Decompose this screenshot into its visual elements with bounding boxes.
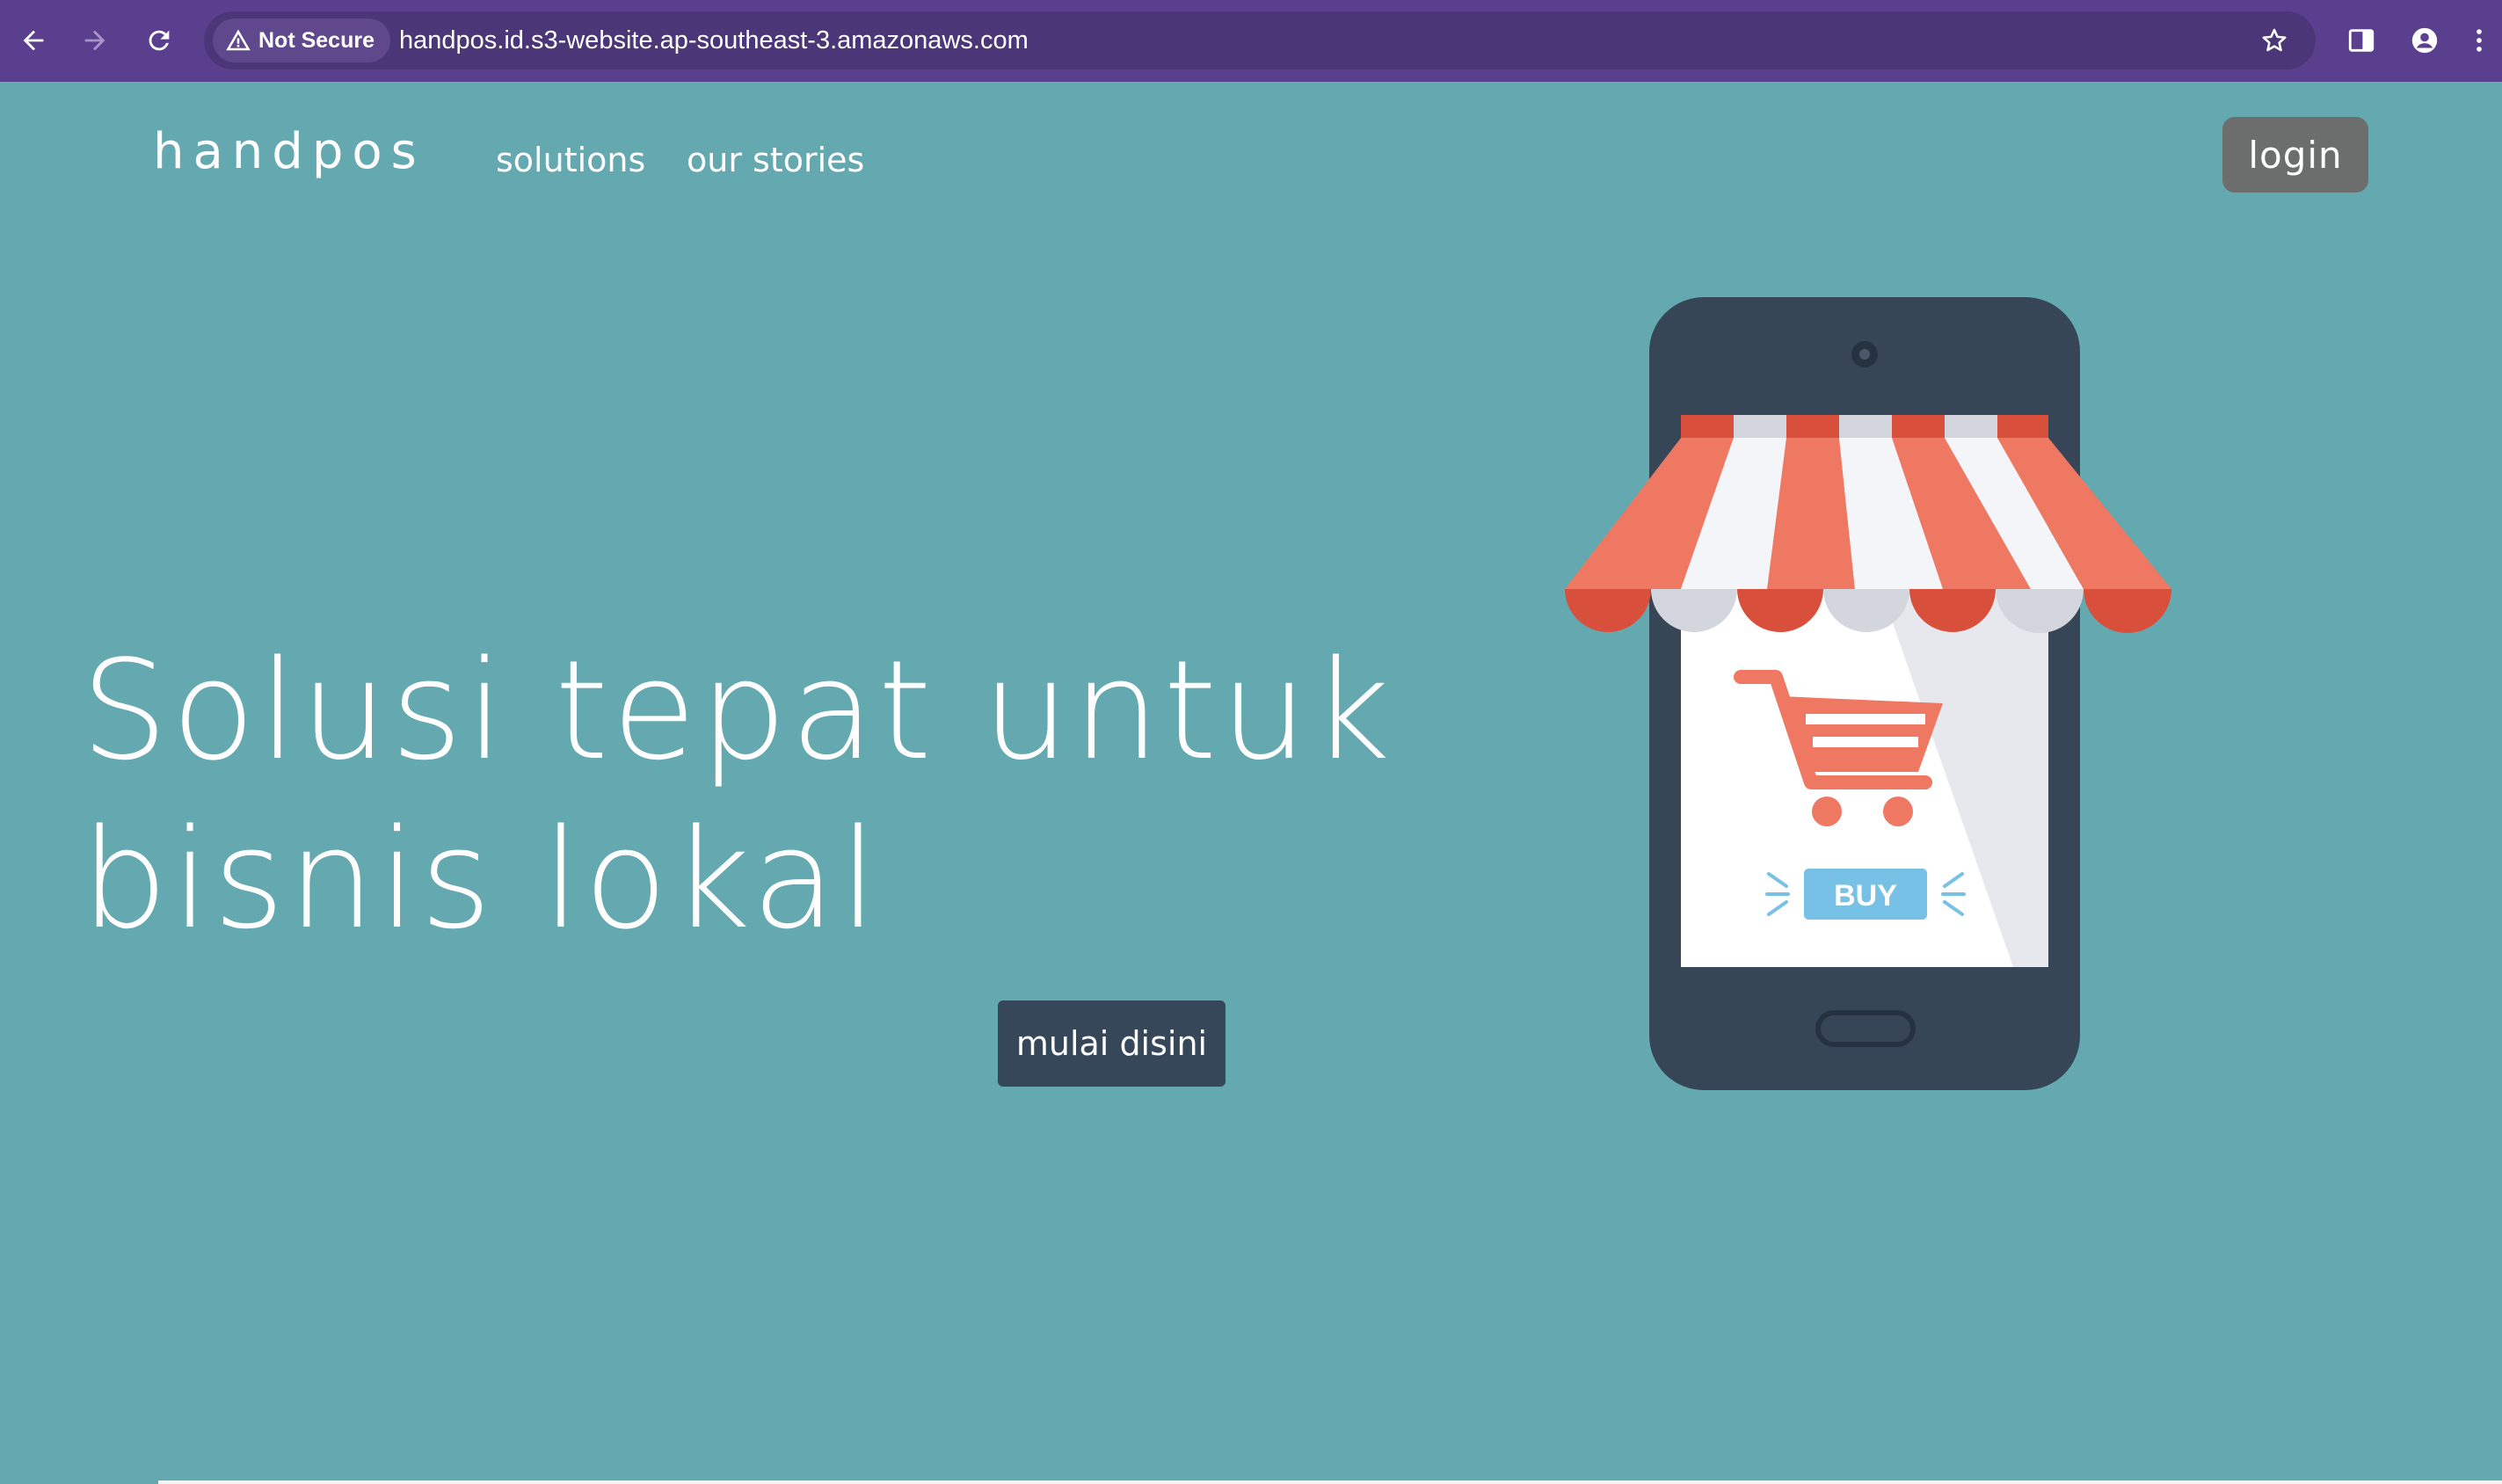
url-text[interactable]: handpos.id.s3-website.ap-southeast-3.ama… — [399, 11, 1029, 69]
hero-title-line-2: bisnis lokal — [81, 799, 882, 959]
forward-icon — [84, 30, 105, 51]
browser-menu-button[interactable] — [2462, 16, 2497, 65]
buy-label: BUY — [1834, 879, 1897, 913]
side-panel-icon — [2348, 29, 2375, 52]
profile-button[interactable] — [2400, 16, 2449, 65]
brand-logo[interactable]: handpos — [153, 123, 425, 180]
nav-link-solutions[interactable]: solutions — [496, 141, 645, 179]
profile-icon — [2411, 27, 2438, 54]
page-divider — [158, 1480, 2502, 1484]
login-button[interactable]: login — [2222, 117, 2368, 193]
back-icon — [23, 30, 44, 51]
side-panel-button[interactable] — [2337, 16, 2386, 65]
reload-icon — [149, 30, 170, 51]
phone-storefront-illustration: BUY — [1565, 297, 2171, 1090]
security-label: Not Secure — [258, 27, 375, 53]
browser-toolbar: Not Secure handpos.id.s3-website.ap-sout… — [0, 0, 2502, 82]
start-here-button[interactable]: mulai disini — [998, 1000, 1226, 1087]
forward-button[interactable] — [70, 16, 120, 65]
star-icon — [2262, 28, 2287, 52]
security-indicator[interactable]: Not Secure — [213, 18, 390, 62]
back-button[interactable] — [9, 16, 58, 65]
warning-icon — [226, 29, 251, 51]
reload-button[interactable] — [135, 16, 184, 65]
bookmark-button[interactable] — [2252, 18, 2296, 62]
address-bar[interactable]: Not Secure handpos.id.s3-website.ap-sout… — [204, 11, 2316, 69]
hero-title: Solusi tepat untuk bisnis lokal — [81, 626, 1400, 964]
hero-title-line-1: Solusi tepat untuk — [81, 630, 1394, 790]
kebab-menu-icon — [2477, 29, 2482, 52]
nav-link-our-stories[interactable]: our stories — [687, 141, 864, 179]
